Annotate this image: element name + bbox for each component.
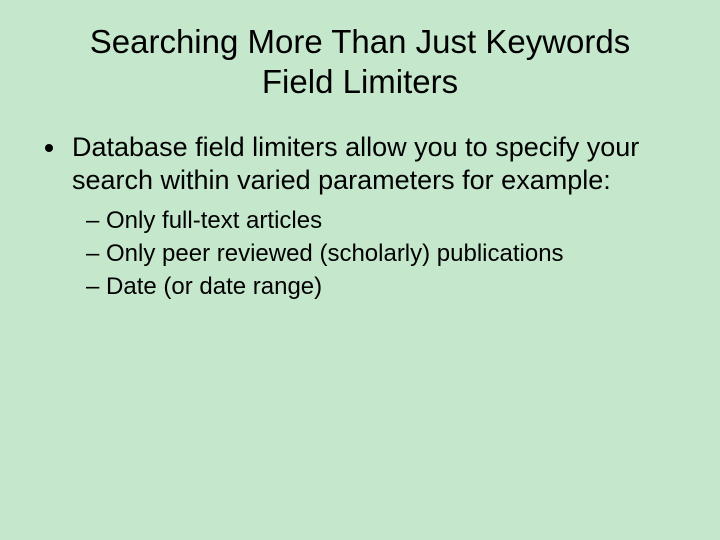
slide: Searching More Than Just Keywords Field … [0, 0, 720, 540]
slide-title: Searching More Than Just Keywords Field … [40, 22, 680, 101]
title-line-2: Field Limiters [262, 63, 458, 100]
bullet-main: Database field limiters allow you to spe… [68, 131, 680, 302]
sub-item: – Date (or date range) [86, 271, 680, 302]
bullet-main-text: Database field limiters allow you to spe… [72, 132, 639, 195]
sub-item: – Only full-text articles [86, 205, 680, 236]
sub-list: – Only full-text articles – Only peer re… [72, 205, 680, 303]
body-list: Database field limiters allow you to spe… [40, 131, 680, 302]
title-line-1: Searching More Than Just Keywords [90, 23, 631, 60]
sub-item: – Only peer reviewed (scholarly) publica… [86, 238, 680, 269]
